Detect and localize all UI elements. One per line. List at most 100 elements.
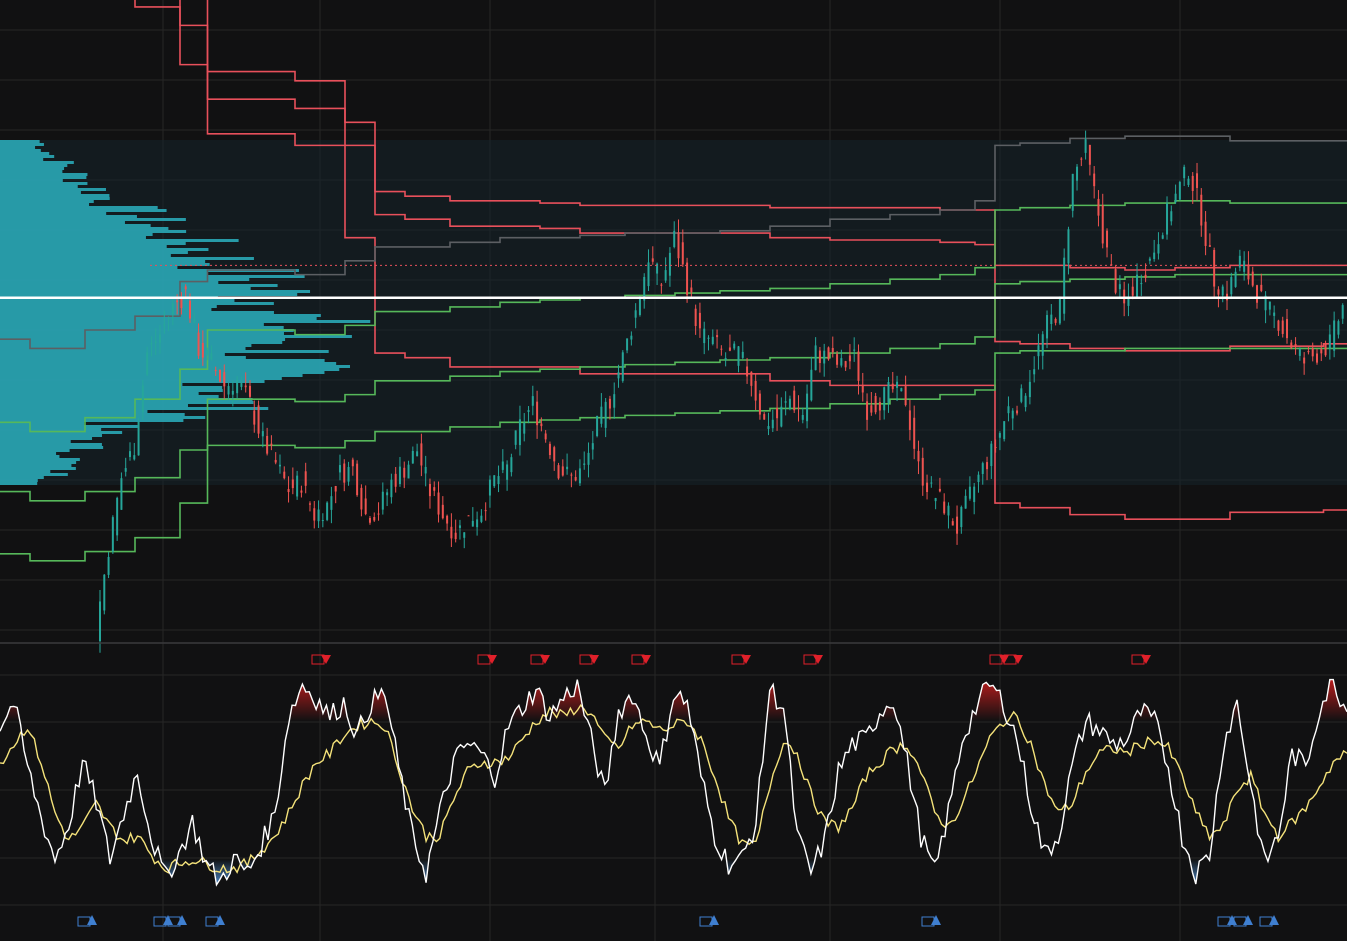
candle-up [1033,369,1036,375]
candle-up [210,353,213,360]
candle-up [1157,244,1160,254]
candle-up [463,532,466,538]
profile-bar [0,188,106,191]
candle-down [1281,320,1284,334]
profile-bar [0,197,110,200]
candle-down [188,300,191,319]
candle-down [300,490,303,493]
candle-up [853,349,856,351]
candle-down [214,370,217,372]
profile-bar [0,479,38,482]
candle-up [158,334,161,343]
profile-bar [0,458,80,461]
candle-down [176,300,179,303]
candle-up [1230,277,1233,295]
candle-up [480,515,483,522]
profile-bar [0,365,351,368]
candle-down [428,483,431,497]
profile-bar [0,221,125,224]
profile-bar [0,374,303,377]
candle-down [1106,230,1109,248]
candle-down [720,348,723,350]
profile-bar [0,266,178,269]
candle-up [1076,166,1079,181]
candle-up [596,415,599,437]
candle-up [964,495,967,509]
candle-down [274,459,277,463]
candle-down [677,232,680,259]
profile-bar [0,185,78,188]
candle-down [218,369,221,382]
candle-down [1217,289,1220,295]
candle-down [257,405,260,434]
candle-up [1024,395,1027,408]
candle-up [771,419,774,429]
profile-bar [0,206,158,209]
candle-down [908,410,911,430]
profile-bar [0,341,283,344]
candle-down [793,390,796,411]
profile-bar [0,260,206,263]
candle-up [206,350,209,356]
candle-down [857,351,860,381]
profile-bar [0,236,146,239]
candle-down [827,347,830,360]
profile-bar [0,473,68,476]
candle-up [1187,178,1190,185]
profile-bar [0,446,104,449]
candle-down [373,517,376,521]
profile-bar [0,464,72,467]
candle-up [578,468,581,484]
profile-bar [0,173,88,176]
candle-up [407,464,410,479]
candle-down [368,518,371,523]
candle-down [467,515,470,517]
candle-up [973,486,976,503]
candle-down [943,501,946,514]
candle-down [938,488,941,492]
profile-bar [0,242,186,245]
candle-down [1204,221,1207,246]
candle-up [801,414,804,420]
candle-down [1196,173,1199,188]
candle-down [308,503,311,505]
candle-up [930,482,933,484]
profile-bar [0,410,148,413]
profile-bar [0,143,44,146]
candle-up [591,443,594,450]
candle-down [201,342,204,358]
candle-up [261,431,264,437]
candle-up [784,401,787,403]
profile-bar [0,152,50,155]
profile-bar [0,254,171,257]
profile-bar [0,401,254,404]
candle-up [510,457,513,473]
candle-up [1268,301,1271,310]
candle-up [1273,312,1276,316]
profile-bar [0,161,74,164]
candle-down [377,513,380,515]
candle-down [1080,158,1083,160]
candle-down [343,463,346,483]
candle-up [741,351,744,358]
candle-up [296,475,299,497]
candle-up [338,465,341,473]
candle-down [878,402,881,411]
profile-bar [0,407,269,410]
candle-down [874,395,877,413]
candle-up [788,398,791,409]
profile-bar [0,248,209,251]
profile-bar [0,278,250,281]
candle-up [638,297,641,315]
candle-up [124,468,127,472]
candle-down [836,354,839,365]
profile-bar [0,332,284,335]
candle-up [1046,315,1049,339]
profile-bar [0,461,77,464]
profile-bar [0,326,284,329]
candle-up [707,337,710,339]
candle-up [810,369,813,401]
candle-down [921,457,924,486]
candle-down [848,355,851,362]
candle-down [334,485,337,492]
